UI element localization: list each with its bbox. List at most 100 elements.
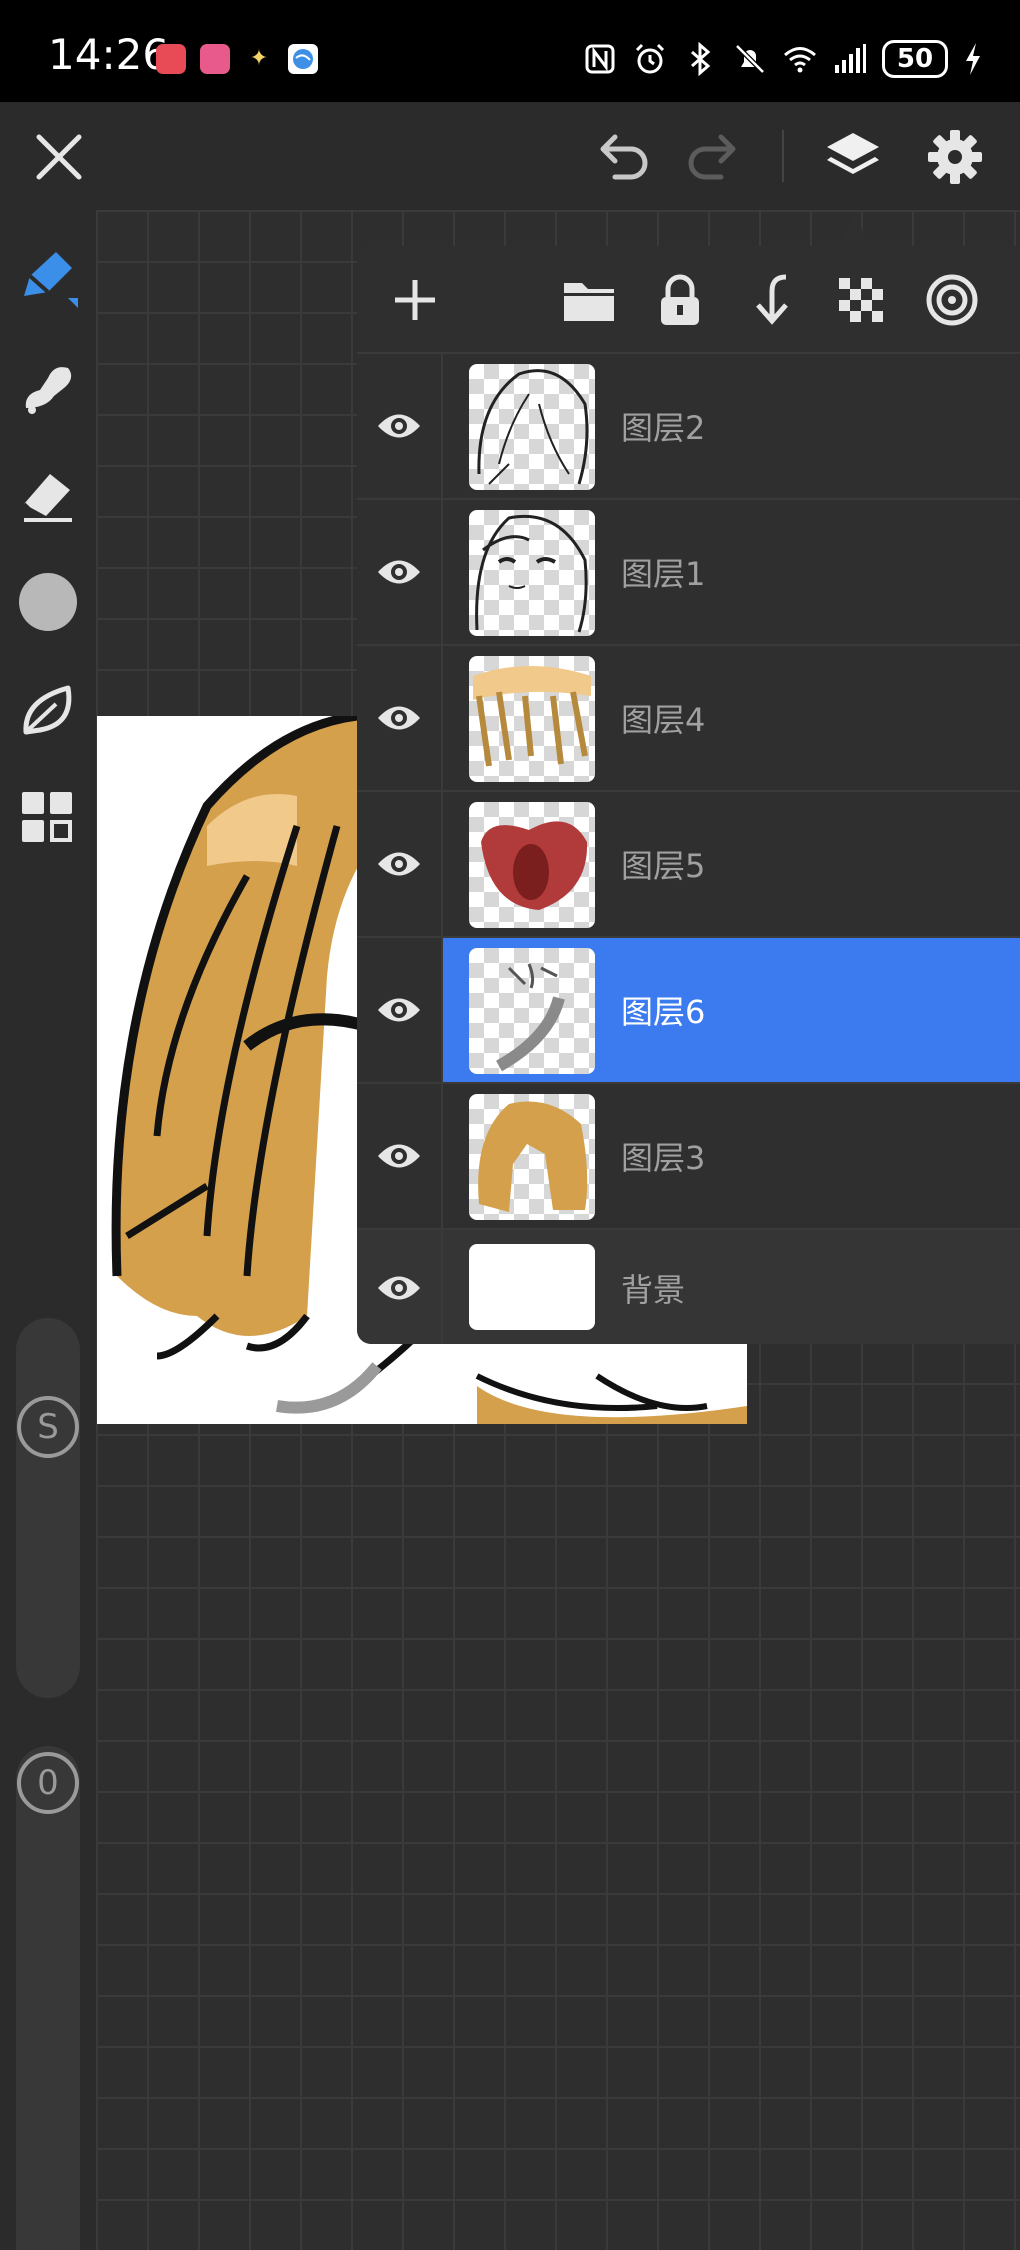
settings-button[interactable]: [920, 122, 990, 192]
eraser-tool[interactable]: [14, 460, 82, 528]
eye-icon: [378, 706, 420, 730]
brush-size-slider[interactable]: [16, 1318, 80, 1698]
layers-toolbar: [357, 246, 1020, 354]
layer-thumbnail: [469, 656, 595, 782]
lock-layer-button[interactable]: [648, 268, 712, 332]
brush-size-knob[interactable]: S: [17, 1396, 79, 1458]
layer-item[interactable]: 图层3: [443, 1084, 1020, 1228]
transparency-lock-button[interactable]: [829, 268, 893, 332]
status-icons: 50: [582, 36, 984, 82]
liquify-tool[interactable]: [14, 676, 82, 744]
layer-thumbnail: [469, 364, 595, 490]
visibility-toggle[interactable]: [357, 1230, 443, 1344]
eye-icon: [378, 560, 420, 584]
grid-menu-icon: [22, 792, 72, 842]
layer-row[interactable]: 图层3: [357, 1084, 1020, 1230]
eraser-icon: [22, 474, 72, 522]
layer-item[interactable]: 图层1: [443, 500, 1020, 644]
layer-thumbnail: [469, 802, 595, 928]
color-swatch-icon: [19, 573, 77, 631]
undo-button[interactable]: [588, 122, 658, 192]
visibility-toggle[interactable]: [357, 500, 443, 644]
layer-name: 图层6: [621, 993, 706, 1031]
checkerboard-icon: [839, 278, 883, 322]
leaf-icon: [23, 685, 72, 735]
more-tools[interactable]: [14, 784, 82, 852]
layer-row-selected[interactable]: 图层6: [357, 938, 1020, 1084]
visibility-toggle[interactable]: [357, 646, 443, 790]
visibility-toggle[interactable]: [357, 1084, 443, 1228]
lock-icon: [661, 274, 699, 325]
status-bar: 14:26 ✦ 50: [0, 0, 1020, 102]
nfc-icon: [585, 44, 615, 74]
toolbar-divider: [782, 130, 784, 182]
mute-icon: [735, 44, 765, 74]
layer-thumbnail: [469, 510, 595, 636]
gear-icon: [928, 130, 982, 184]
brush-tool[interactable]: [14, 244, 82, 312]
charging-icon: [966, 43, 980, 75]
layer-row[interactable]: 图层5: [357, 792, 1020, 938]
folder-icon: [564, 283, 614, 321]
app-notification-icon: [200, 44, 230, 74]
status-time: 14:26: [48, 30, 170, 79]
top-toolbar: [0, 102, 1020, 210]
eye-icon: [378, 1144, 420, 1168]
redo-icon: [688, 134, 736, 180]
background-layer-row[interactable]: 背景: [357, 1230, 1020, 1344]
smudge-tool[interactable]: [14, 352, 82, 420]
layers-button[interactable]: [818, 122, 888, 192]
wifi-icon: [784, 47, 816, 73]
alarm-icon: [635, 43, 665, 74]
visibility-toggle[interactable]: [357, 938, 443, 1082]
opacity-knob[interactable]: 0: [17, 1752, 79, 1814]
plus-icon: [395, 280, 435, 320]
app-notification-icon: [288, 44, 318, 74]
merge-down-button[interactable]: [739, 268, 803, 332]
layer-item[interactable]: 背景: [443, 1230, 1020, 1344]
layer-item[interactable]: 图层4: [443, 646, 1020, 790]
visibility-toggle[interactable]: [357, 354, 443, 498]
layers-icon: [827, 133, 879, 174]
add-folder-button[interactable]: [557, 268, 621, 332]
layer-row[interactable]: 图层2: [357, 354, 1020, 500]
layer-name: 图层4: [621, 701, 706, 739]
app-notification-icon: [156, 44, 186, 74]
left-toolbar: S 0: [0, 210, 96, 2250]
opacity-slider[interactable]: [16, 1746, 80, 2250]
redo-button[interactable]: [678, 122, 748, 192]
color-picker[interactable]: [14, 568, 82, 636]
eye-icon: [378, 1276, 420, 1300]
layer-name: 图层1: [621, 555, 706, 593]
layer-item[interactable]: 图层6: [443, 938, 1020, 1082]
layer-name: 图层3: [621, 1139, 706, 1177]
close-icon: [36, 134, 82, 180]
eye-icon: [378, 414, 420, 438]
layer-row[interactable]: 图层1: [357, 500, 1020, 646]
layer-name: 图层2: [621, 409, 706, 447]
add-layer-button[interactable]: [383, 268, 447, 332]
layer-name: 背景: [621, 1271, 686, 1309]
smudge-icon: [25, 367, 72, 414]
signal-icon: [835, 44, 866, 73]
layer-item[interactable]: 图层2: [443, 354, 1020, 498]
close-button[interactable]: [24, 122, 94, 192]
layer-name: 图层5: [621, 847, 706, 885]
reference-layer-button[interactable]: [920, 268, 984, 332]
panel-pointer: [836, 214, 872, 248]
layer-thumbnail: [469, 948, 595, 1074]
undo-icon: [600, 134, 648, 180]
background-thumbnail: [469, 1244, 595, 1330]
pen-icon: [24, 252, 78, 308]
layer-thumbnail: [469, 1094, 595, 1220]
visibility-toggle[interactable]: [357, 792, 443, 936]
sparkle-notification-icon: ✦: [249, 46, 269, 71]
bluetooth-icon: [691, 41, 711, 77]
battery-indicator: 50: [882, 40, 948, 78]
target-icon: [926, 274, 978, 326]
eye-icon: [378, 852, 420, 876]
merge-down-icon: [756, 274, 788, 325]
layers-panel: 图层2 图层1 图层4 图层5 图层6 图层3 背景: [357, 246, 1020, 1344]
layer-item[interactable]: 图层5: [443, 792, 1020, 936]
layer-row[interactable]: 图层4: [357, 646, 1020, 792]
